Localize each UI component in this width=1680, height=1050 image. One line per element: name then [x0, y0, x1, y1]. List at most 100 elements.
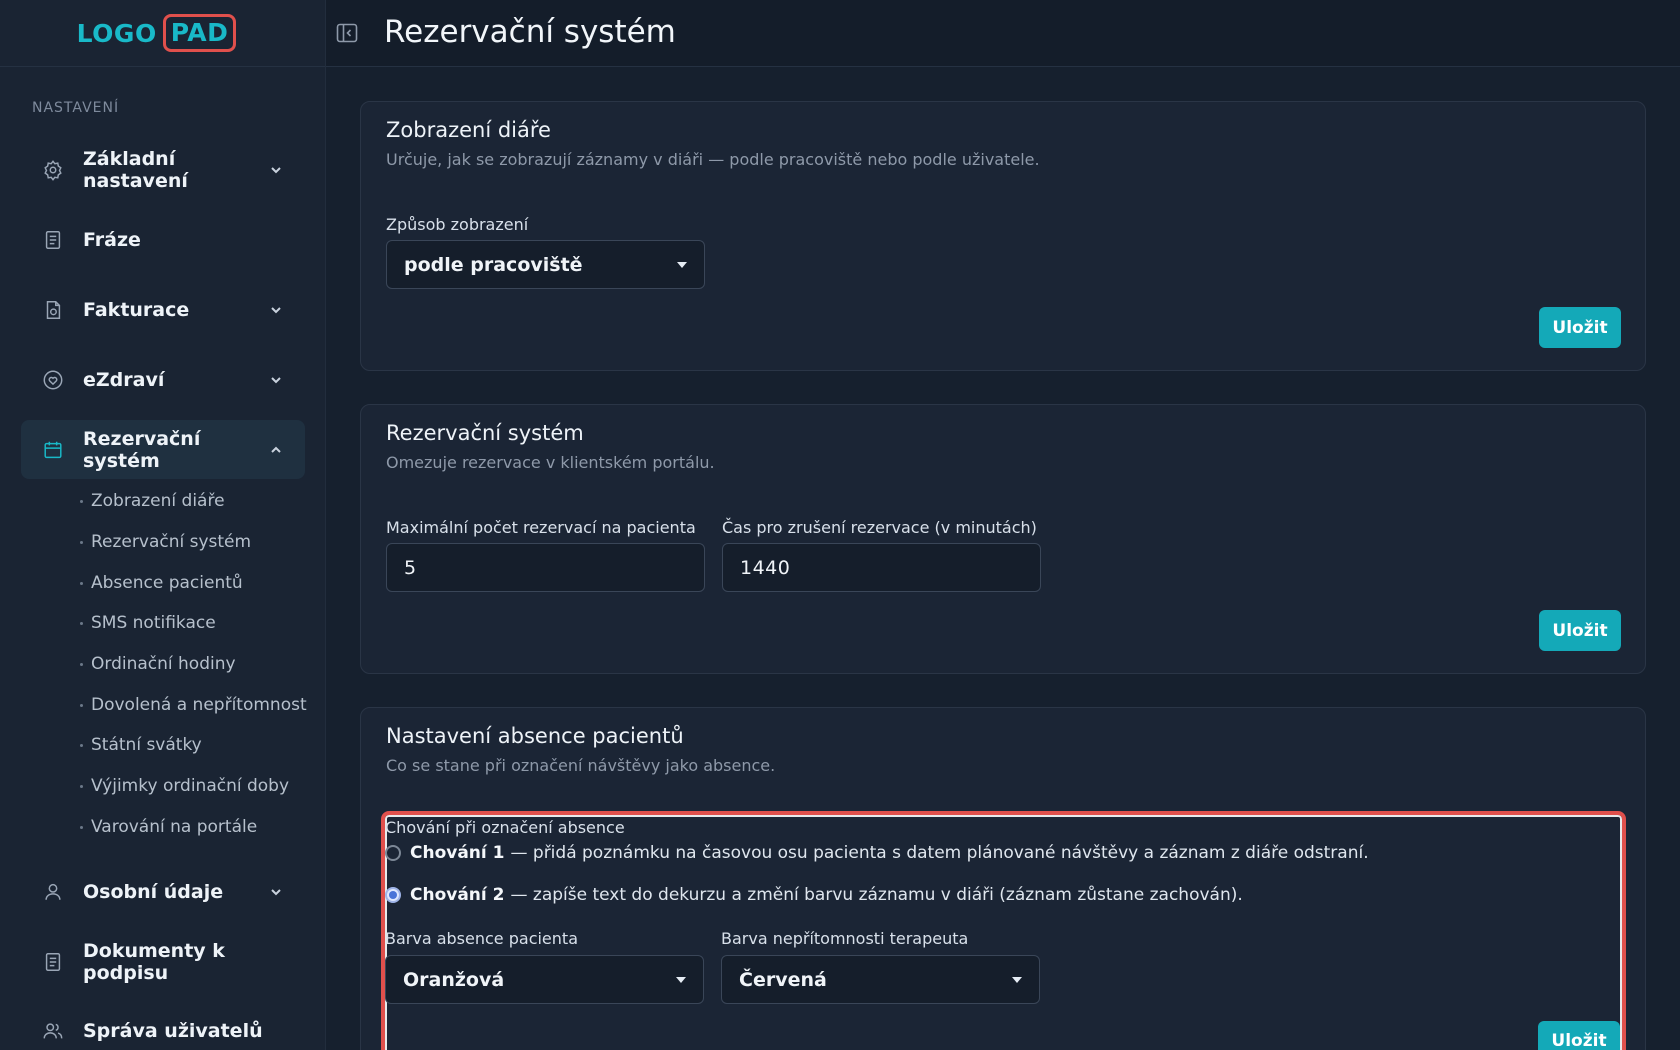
- bullet-icon: [80, 825, 83, 829]
- logo-text: LOGO: [76, 18, 157, 48]
- sidebar-item-osobni-udaje[interactable]: Osobní údaje: [21, 862, 305, 921]
- bullet-icon: [80, 662, 83, 666]
- sidebar-item-label: Fráze: [83, 228, 141, 251]
- logo-area: LOGO PAD: [0, 0, 325, 67]
- card-title: Zobrazení diáře: [386, 118, 551, 142]
- absence-behavior-label: Chování při označení absence: [385, 818, 625, 837]
- behavior-option-2[interactable]: Chování 2 — zapíše text do dekurzu a změ…: [385, 885, 1243, 905]
- sidebar-item-label: Fakturace: [83, 298, 190, 321]
- sidebar: LOGO PAD NASTAVENÍ Základní nastavení Fr…: [0, 0, 326, 1050]
- logo[interactable]: LOGO PAD: [77, 14, 237, 52]
- gear-icon: [42, 159, 64, 181]
- sidebar-item-zakladni-nastaveni[interactable]: Základní nastavení: [21, 140, 305, 199]
- user-icon: [42, 881, 64, 903]
- page-title: Rezervační systém: [384, 14, 676, 50]
- max-reservations-label: Maximální počet rezervací na pacienta: [386, 518, 696, 537]
- sidebar-item-sprava-uzivatelu[interactable]: Správa uživatelů: [21, 1001, 305, 1050]
- radio-button-checked[interactable]: [385, 887, 401, 903]
- display-mode-select[interactable]: podle pracoviště: [386, 240, 705, 289]
- display-mode-label: Způsob zobrazení: [386, 215, 529, 234]
- sidebar-item-fakturace[interactable]: Fakturace: [21, 280, 305, 339]
- caret-down-icon: [1012, 976, 1022, 983]
- sidebar-item-ezdravi[interactable]: eZdraví: [21, 350, 305, 409]
- subitem-label: Rezervační systém: [91, 532, 252, 552]
- subitem-label: Státní svátky: [91, 735, 202, 755]
- sidebar-item-label: Osobní údaje: [83, 880, 224, 903]
- sidebar-item-fraze[interactable]: Fráze: [21, 210, 305, 269]
- option-1-title: Chování 1: [410, 843, 505, 863]
- logo-pad-text: PAD: [162, 14, 237, 52]
- behavior-option-1[interactable]: Chování 1 — přidá poznámku na časovou os…: [385, 843, 1369, 863]
- subitem-label: Varování na portále: [91, 817, 258, 837]
- subitem-ordinacni-hodiny[interactable]: Ordinační hodiny: [80, 654, 236, 674]
- bullet-icon: [80, 621, 83, 625]
- card-title: Rezervační systém: [386, 421, 584, 445]
- caret-down-icon: [676, 976, 686, 983]
- option-2-text: — zapíše text do dekurzu a změní barvu z…: [510, 885, 1243, 905]
- chevron-down-icon: [271, 888, 281, 895]
- document-icon: [42, 951, 64, 973]
- subitem-label: Výjimky ordinační doby: [91, 776, 290, 796]
- card-description: Určuje, jak se zobrazují záznamy v diáři…: [386, 150, 1040, 169]
- cancel-time-value: 1440: [740, 556, 791, 579]
- bullet-icon: [80, 784, 83, 788]
- sidebar-item-label: eZdraví: [83, 368, 165, 391]
- subitem-label: Ordinační hodiny: [91, 654, 236, 674]
- chevron-down-icon: [271, 166, 281, 173]
- patient-absence-color-value: Oranžová: [403, 968, 505, 991]
- document-icon: [42, 229, 64, 251]
- cancel-time-label: Čas pro zrušení rezervace (v minutách): [722, 518, 1037, 537]
- subitem-zobrazeni-diare[interactable]: Zobrazení diáře: [80, 491, 225, 511]
- users-icon: [42, 1020, 64, 1042]
- subitem-rezervacni-system[interactable]: Rezervační systém: [80, 532, 251, 552]
- card-title: Nastavení absence pacientů: [386, 724, 684, 748]
- therapist-absence-color-label: Barva nepřítomnosti terapeuta: [721, 929, 969, 948]
- sidebar-item-label: Základní nastavení: [83, 147, 188, 192]
- subitem-dovolena[interactable]: Dovolená a nepřítomnost: [80, 695, 307, 715]
- bullet-icon: [80, 743, 83, 747]
- sidebar-collapse-icon[interactable]: [336, 22, 358, 44]
- patient-absence-color-select[interactable]: Oranžová: [385, 955, 704, 1004]
- save-button[interactable]: Uložit: [1539, 610, 1621, 651]
- heart-icon: [42, 369, 64, 391]
- bullet-icon: [80, 581, 83, 585]
- invoice-icon: [42, 299, 64, 321]
- save-button[interactable]: Uložit: [1538, 1021, 1620, 1050]
- sidebar-item-label: Rezervační systém: [83, 427, 201, 472]
- radio-button[interactable]: [385, 845, 401, 861]
- therapist-absence-color-value: Červená: [739, 968, 827, 991]
- subitem-label: SMS notifikace: [91, 613, 216, 633]
- caret-down-icon: [677, 261, 687, 268]
- card-reservation-system: Rezervační systém Omezuje rezervace v kl…: [360, 404, 1646, 674]
- option-1-text: — přidá poznámku na časovou osu pacienta…: [510, 843, 1369, 863]
- bullet-icon: [80, 499, 83, 503]
- subitem-varovani[interactable]: Varování na portále: [80, 817, 257, 837]
- subitem-label: Zobrazení diáře: [91, 491, 225, 511]
- sidebar-item-dokumenty[interactable]: Dokumenty k podpisu: [21, 932, 305, 991]
- sidebar-item-label: Dokumenty k podpisu: [83, 939, 225, 984]
- chevron-down-icon: [271, 306, 281, 313]
- subitem-vyjimky[interactable]: Výjimky ordinační doby: [80, 776, 289, 796]
- card-description: Omezuje rezervace v klientském portálu.: [386, 453, 715, 472]
- subitem-statni-svatky[interactable]: Státní svátky: [80, 735, 202, 755]
- patient-absence-color-label: Barva absence pacienta: [385, 929, 578, 948]
- cancel-time-input[interactable]: 1440: [722, 543, 1041, 592]
- subitem-label: Absence pacientů: [91, 573, 243, 593]
- subitem-absence-pacientu[interactable]: Absence pacientů: [80, 573, 243, 593]
- sidebar-item-rezervacni-system[interactable]: Rezervační systém: [21, 420, 305, 479]
- subitem-label: Dovolená a nepřítomnost: [91, 695, 307, 715]
- bullet-icon: [80, 703, 83, 707]
- topbar: Rezervační systém: [326, 0, 1680, 67]
- calendar-icon: [42, 439, 64, 461]
- max-reservations-input[interactable]: 5: [386, 543, 705, 592]
- chevron-down-icon: [271, 376, 281, 383]
- therapist-absence-color-select[interactable]: Červená: [721, 955, 1040, 1004]
- card-diary-display: Zobrazení diáře Určuje, jak se zobrazují…: [360, 101, 1646, 371]
- sidebar-section-label: NASTAVENÍ: [32, 100, 120, 116]
- save-button[interactable]: Uložit: [1539, 307, 1621, 348]
- chevron-up-icon: [271, 446, 281, 453]
- subitem-sms-notifikace[interactable]: SMS notifikace: [80, 613, 216, 633]
- bullet-icon: [80, 540, 83, 544]
- card-description: Co se stane při označení návštěvy jako a…: [386, 756, 776, 775]
- sidebar-item-label: Správa uživatelů: [83, 1019, 263, 1042]
